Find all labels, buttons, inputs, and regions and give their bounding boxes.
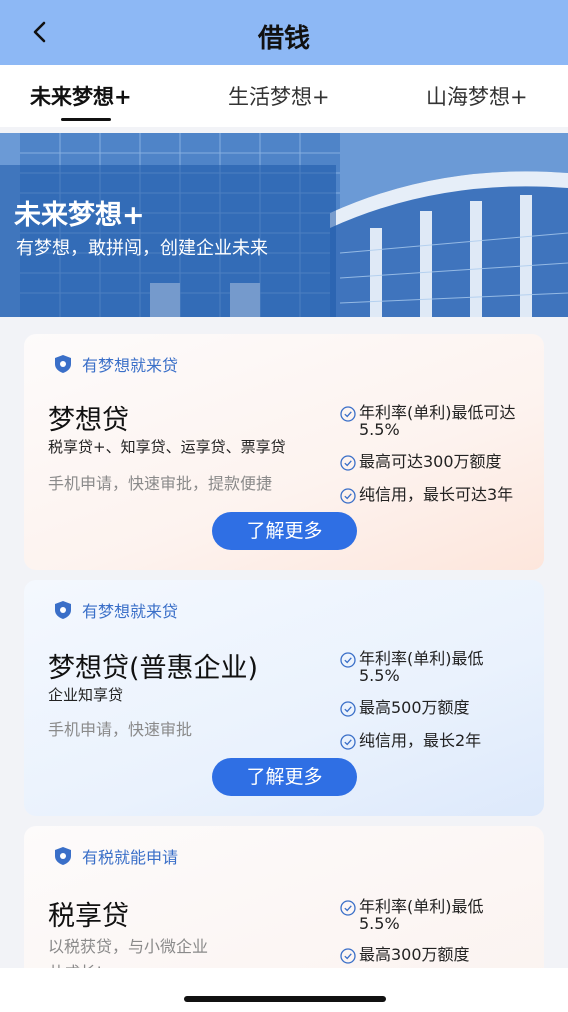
feature-item: 年利率(单利)最低 5.5% [340,898,484,932]
check-circle-icon [340,701,356,717]
check-circle-icon [340,406,356,422]
check-circle-icon [340,948,356,964]
product-subtitle: 税享贷+、知享贷、运享贷、票享贷 [48,438,286,456]
feature-item: 最高500万额度 [340,699,470,717]
product-subtitle: 企业知享贷 [48,686,124,704]
product-card[interactable]: 有梦想就来贷 梦想贷(普惠企业) 企业知享贷 手机申请，快速审批 年利率(单利)… [24,580,544,816]
feature-item: 年利率(单利)最低 5.5% [340,650,484,684]
check-circle-icon [340,652,356,668]
product-card[interactable]: 有税就能申请 税享贷 以税获贷，与小微企业 共成长! 年利率(单利)最低 5.5… [24,826,544,986]
product-card[interactable]: 有梦想就来贷 梦想贷 税享贷+、知享贷、运享贷、票享贷 手机申请，快速审批，提款… [24,334,544,570]
tab-mountain-sea-dream[interactable]: 山海梦想+ [426,81,528,111]
banner-title: 未来梦想+ [14,200,145,231]
feature-item: 纯信用，最长2年 [340,732,481,750]
check-circle-icon [340,455,356,471]
active-tab-indicator [61,118,111,121]
banner-subtitle: 有梦想，敢拼闯，创建企业未来 [16,238,268,259]
product-title: 税享贷 [48,901,129,932]
feature-item: 最高300万额度 [340,946,470,964]
check-circle-icon [340,900,356,916]
check-circle-icon [340,734,356,750]
shield-icon [55,601,71,619]
product-description: 手机申请，快速审批 [48,720,193,739]
check-circle-icon [340,488,356,504]
feature-item: 年利率(单利)最低可达 5.5% [340,404,516,438]
learn-more-button[interactable]: 了解更多 [212,512,357,550]
tab-life-dream[interactable]: 生活梦想+ [228,81,330,111]
product-title: 梦想贷(普惠企业) [48,653,259,684]
product-description: 手机申请，快速审批，提款便捷 [48,474,273,493]
badge-label: 有梦想就来贷 [82,356,179,375]
title-bar: 借钱 [0,0,568,65]
shield-icon [55,355,71,373]
badge-label: 有税就能申请 [82,848,179,867]
product-title: 梦想贷 [48,405,129,436]
bottom-safe-area [0,968,568,1012]
feature-item: 纯信用，最长可达3年 [340,486,513,504]
shield-icon [55,847,71,865]
badge-label: 有梦想就来贷 [82,602,179,621]
page-title: 借钱 [257,24,310,54]
promo-banner[interactable]: 未来梦想+ 有梦想，敢拼闯，创建企业未来 [0,133,568,317]
feature-item: 最高可达300万额度 [340,453,502,471]
home-indicator[interactable] [184,996,386,1002]
learn-more-button[interactable]: 了解更多 [212,758,357,796]
tab-future-dream[interactable]: 未来梦想+ [30,81,132,111]
